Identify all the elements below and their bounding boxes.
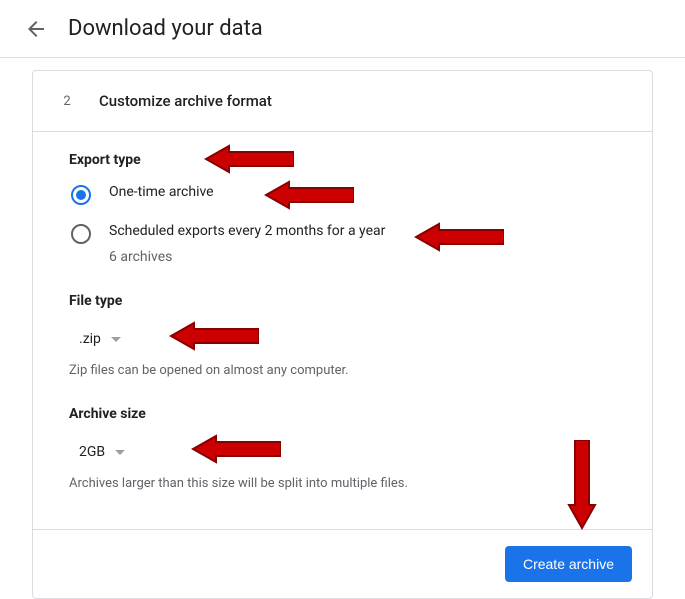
radio-label-wrapper: Scheduled exports every 2 months for a y… bbox=[109, 223, 385, 265]
export-type-label: Export type bbox=[69, 152, 616, 168]
dropdown-value: .zip bbox=[79, 331, 101, 347]
create-archive-button[interactable]: Create archive bbox=[505, 546, 632, 582]
file-type-helper: Zip files can be opened on almost any co… bbox=[69, 363, 616, 378]
archive-format-card: 2 Customize archive format Export type O… bbox=[32, 70, 653, 599]
step-header: 2 Customize archive format bbox=[33, 71, 652, 132]
app-header: Download your data bbox=[0, 0, 685, 58]
export-type-section: Export type One-time archive Scheduled e… bbox=[69, 152, 616, 265]
card-footer: Create archive bbox=[33, 529, 652, 598]
back-arrow-icon[interactable] bbox=[24, 17, 48, 41]
radio-one-time[interactable]: One-time archive bbox=[71, 184, 616, 205]
annotation-arrow-icon bbox=[169, 321, 259, 351]
step-title: Customize archive format bbox=[99, 92, 272, 110]
radio-icon[interactable] bbox=[71, 224, 91, 244]
radio-scheduled[interactable]: Scheduled exports every 2 months for a y… bbox=[71, 223, 616, 265]
radio-label: One-time archive bbox=[109, 184, 214, 200]
archive-size-section: Archive size 2GB Archives larger than th… bbox=[69, 406, 616, 491]
annotation-arrow-icon bbox=[414, 222, 504, 252]
archive-size-dropdown[interactable]: 2GB bbox=[69, 438, 135, 466]
chevron-down-icon bbox=[111, 337, 121, 342]
export-type-radio-group: One-time archive Scheduled exports every… bbox=[71, 184, 616, 265]
step-number: 2 bbox=[53, 87, 81, 115]
archive-size-label: Archive size bbox=[69, 406, 616, 422]
file-type-label: File type bbox=[69, 293, 616, 309]
chevron-down-icon bbox=[115, 450, 125, 455]
radio-icon[interactable] bbox=[71, 185, 91, 205]
file-type-dropdown[interactable]: .zip bbox=[69, 325, 131, 353]
annotation-arrow-icon bbox=[264, 180, 354, 210]
page-title: Download your data bbox=[68, 16, 263, 41]
radio-label: Scheduled exports every 2 months for a y… bbox=[109, 223, 385, 239]
file-type-section: File type .zip Zip files can be opened o… bbox=[69, 293, 616, 378]
card-body: Export type One-time archive Scheduled e… bbox=[33, 132, 652, 529]
dropdown-value: 2GB bbox=[79, 444, 105, 460]
annotation-arrow-icon bbox=[191, 434, 281, 464]
radio-sublabel: 6 archives bbox=[109, 249, 385, 265]
archive-size-helper: Archives larger than this size will be s… bbox=[69, 476, 616, 491]
